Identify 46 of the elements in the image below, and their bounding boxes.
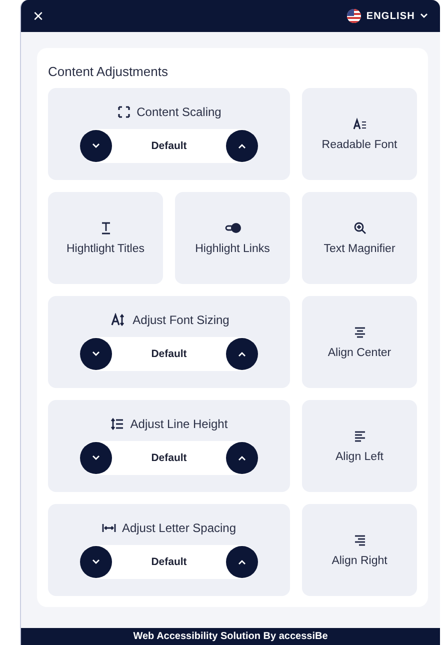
increase-button[interactable]: [226, 130, 258, 162]
chevron-up-icon: [238, 143, 246, 149]
font-size-icon: [108, 313, 127, 327]
adjustment-toggle[interactable]: Hightlight Titles: [48, 192, 163, 284]
decrease-button[interactable]: [80, 130, 112, 162]
stepper-value: Default: [151, 140, 187, 152]
chevron-down-icon: [420, 13, 428, 19]
adjustment-toggle[interactable]: Align Center: [302, 296, 417, 388]
chevron-down-icon: [92, 559, 100, 565]
align-left-icon: [352, 429, 366, 443]
increase-button[interactable]: [226, 338, 258, 370]
adjustment-toggle[interactable]: Align Left: [302, 400, 417, 492]
adjustment-label: Adjust Font Sizing: [132, 313, 230, 327]
adjustment-toggle[interactable]: Highlight Links: [175, 192, 290, 284]
adjustment-toggle[interactable]: Align Right: [302, 504, 417, 596]
footer-credit: Web Accessibility Solution By accessiBe: [21, 628, 440, 645]
decrease-button[interactable]: [80, 338, 112, 370]
adjustment-label: Content Scaling: [136, 105, 222, 119]
close-button[interactable]: ×: [33, 7, 44, 25]
chevron-up-icon: [238, 351, 246, 357]
adjustment-label: Adjust Letter Spacing: [122, 521, 236, 535]
align-center-icon: [352, 325, 366, 339]
decrease-button[interactable]: [80, 546, 112, 578]
chevron-down-icon: [92, 143, 100, 149]
stepper-value: Default: [151, 348, 187, 360]
chevron-up-icon: [238, 455, 246, 461]
decrease-button[interactable]: [80, 442, 112, 474]
line-height-icon: [110, 417, 124, 431]
stepper-value: Default: [151, 556, 187, 568]
zoom-in-icon: [352, 221, 366, 235]
align-right-icon: [352, 533, 366, 547]
letter-spacing-icon: [102, 521, 116, 535]
chevron-up-icon: [238, 559, 246, 565]
flag-icon: [347, 9, 362, 23]
expand-icon: [116, 105, 131, 119]
section-title: Content Adjustments: [48, 64, 169, 79]
chevron-down-icon: [92, 351, 100, 357]
adjustment-label: Adjust Line Height: [130, 417, 228, 431]
stepper-value: Default: [151, 452, 187, 464]
adjustment-toggle[interactable]: Readable Font: [302, 88, 417, 180]
adjustment-toggle[interactable]: Text Magnifier: [302, 192, 417, 284]
increase-button[interactable]: [226, 442, 258, 474]
language-selector[interactable]: ENGLISH: [347, 9, 428, 23]
chevron-down-icon: [92, 455, 100, 461]
font-icon: [350, 117, 368, 131]
increase-button[interactable]: [226, 546, 258, 578]
